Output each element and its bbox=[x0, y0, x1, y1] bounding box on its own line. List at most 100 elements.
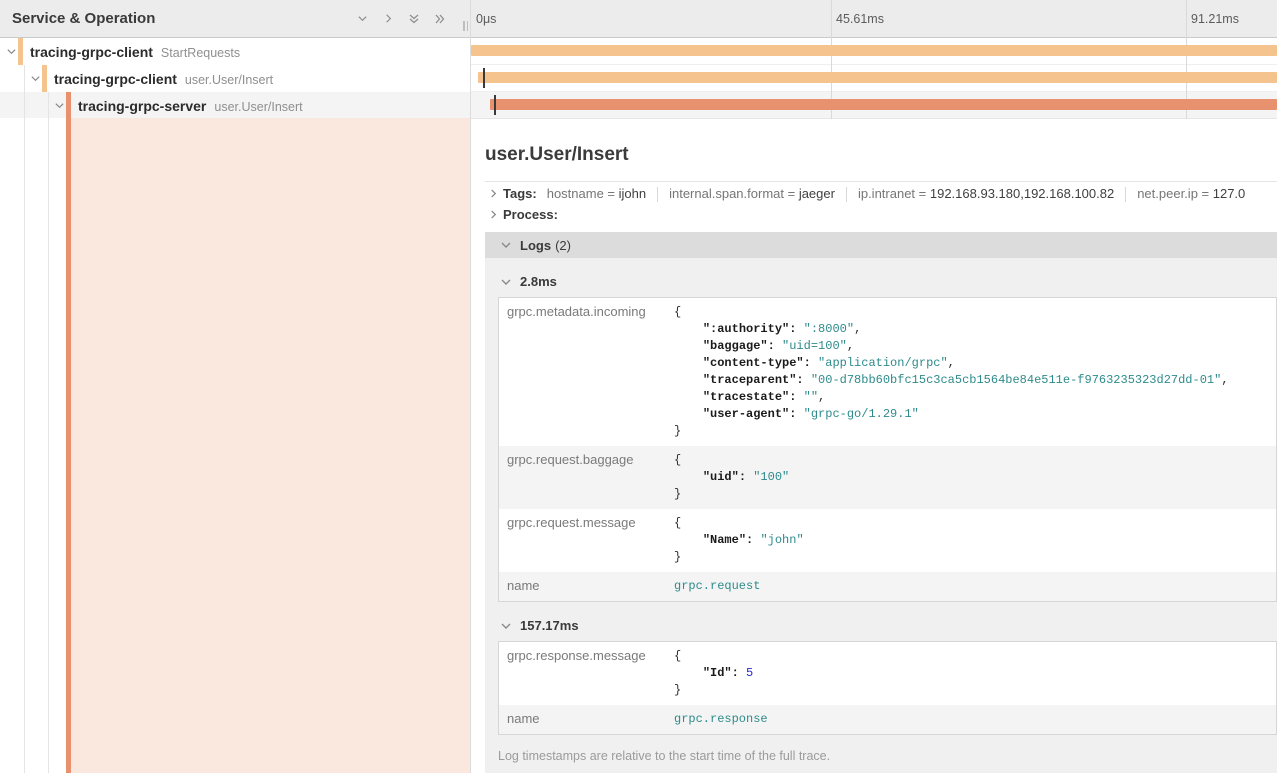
service-name: tracing-grpc-server bbox=[78, 98, 206, 114]
timeline-row bbox=[471, 92, 1277, 119]
span-color-accent bbox=[66, 92, 71, 119]
log-field-row: grpc.response.message{ "Id": 5 } bbox=[499, 642, 1276, 705]
tag-item: hostname = ijohn bbox=[547, 186, 646, 201]
chevron-down-icon[interactable] bbox=[498, 240, 514, 250]
log-marker-tick[interactable] bbox=[494, 95, 496, 115]
log-field-key: grpc.response.message bbox=[499, 642, 674, 705]
log-entry-header[interactable]: 2.8ms bbox=[498, 274, 1277, 289]
chevron-down-icon[interactable] bbox=[498, 277, 514, 287]
span-name-label[interactable]: tracing-grpc-serveruser.User/Insert bbox=[78, 98, 303, 114]
chevron-down-icon[interactable] bbox=[28, 72, 42, 86]
tag-item: net.peer.ip = 127.0 bbox=[1137, 186, 1245, 201]
chevron-down-icon[interactable] bbox=[4, 45, 18, 59]
span-duration-bar[interactable] bbox=[478, 72, 1277, 83]
column-resizer-grip[interactable] bbox=[463, 21, 468, 31]
log-timestamp: 157.17ms bbox=[520, 618, 579, 633]
tag-value: ijohn bbox=[619, 186, 646, 201]
timeline-row bbox=[471, 38, 1277, 65]
span-tree-panel: Service & Operation tracing-grpc-client S… bbox=[0, 0, 470, 773]
logs-accordion-header[interactable]: Logs (2) bbox=[485, 232, 1277, 258]
log-timestamp: 2.8ms bbox=[520, 274, 557, 289]
trace-timeline-view: Service & Operation tracing-grpc-client S… bbox=[0, 0, 1277, 773]
log-field-key: name bbox=[499, 572, 674, 601]
span-detail-panel: user.User/Insert Tags: hostname = ijohni… bbox=[471, 122, 1277, 773]
log-field-key: grpc.request.baggage bbox=[499, 446, 674, 509]
log-field-value: { "Id": 5 } bbox=[674, 642, 1276, 705]
indent-guide bbox=[48, 92, 49, 119]
tags-label[interactable]: Tags: bbox=[503, 186, 537, 201]
process-row[interactable]: Process: bbox=[485, 206, 1277, 224]
log-marker-tick[interactable] bbox=[483, 68, 485, 88]
chevron-down-icon[interactable] bbox=[52, 99, 66, 113]
span-name-label[interactable]: tracing-grpc-client StartRequests bbox=[30, 44, 240, 60]
logs-section: Logs (2) 2.8ms grpc.metadata.incoming{ ":… bbox=[485, 232, 1277, 773]
tag-value: 127.0 bbox=[1213, 186, 1246, 201]
span-tree-rows: tracing-grpc-clientStartRequeststracing-… bbox=[0, 38, 470, 119]
log-field-value: { ":authority": ":8000", "baggage": "uid… bbox=[674, 298, 1276, 446]
logs-count: (2) bbox=[555, 238, 571, 253]
detail-divider bbox=[485, 181, 1277, 182]
log-entry-header[interactable]: 157.17ms bbox=[498, 618, 1277, 633]
timeline-panel: 0μs 45.61ms 91.21ms user.User/Insert Tags:… bbox=[470, 0, 1277, 773]
ruler-tick-label: 91.21ms bbox=[1191, 0, 1239, 38]
log-field-row: grpc.request.message{ "Name": "john" } bbox=[499, 509, 1276, 572]
operation-name: StartRequests bbox=[161, 46, 240, 60]
chevron-right-icon[interactable] bbox=[380, 11, 396, 27]
operation-name: user.User/Insert bbox=[185, 73, 273, 87]
tag-separator bbox=[657, 187, 658, 202]
chevron-right-icon[interactable] bbox=[485, 210, 501, 219]
timeline-rows bbox=[471, 38, 1277, 122]
tag-item: internal.span.format = jaeger bbox=[669, 186, 835, 201]
span-color-accent bbox=[18, 38, 23, 65]
log-field-value: { "uid": "100" } bbox=[674, 446, 1276, 509]
span-duration-bar[interactable] bbox=[471, 45, 1277, 56]
log-fields-table: grpc.metadata.incoming{ ":authority": ":… bbox=[498, 297, 1277, 602]
log-field-key: name bbox=[499, 705, 674, 734]
service-operation-title: Service & Operation bbox=[12, 10, 354, 27]
indent-guide bbox=[48, 118, 49, 773]
service-operation-header: Service & Operation bbox=[0, 0, 470, 38]
tree-controls bbox=[354, 11, 448, 27]
tag-separator bbox=[1125, 187, 1126, 202]
tags-row[interactable]: Tags: hostname = ijohn internal.span.form… bbox=[485, 185, 1277, 203]
process-label[interactable]: Process: bbox=[503, 207, 558, 222]
log-fields-table: grpc.response.message{ "Id": 5 }namegrpc… bbox=[498, 641, 1277, 735]
log-field-key: grpc.request.message bbox=[499, 509, 674, 572]
selected-span-tint bbox=[71, 118, 470, 773]
indent-guide bbox=[24, 92, 25, 119]
chevron-down-icon[interactable] bbox=[498, 621, 514, 631]
chevron-down-icon[interactable] bbox=[354, 11, 370, 27]
span-name-label[interactable]: tracing-grpc-clientuser.User/Insert bbox=[54, 71, 273, 87]
log-field-row: namegrpc.request bbox=[499, 572, 1276, 601]
log-field-row: grpc.metadata.incoming{ ":authority": ":… bbox=[499, 298, 1276, 446]
span-tree-row[interactable]: tracing-grpc-client StartRequests bbox=[0, 38, 470, 65]
tags-items: hostname = ijohn internal.span.format = j… bbox=[547, 186, 1246, 202]
logs-footer-note: Log timestamps are relative to the start… bbox=[498, 749, 1277, 773]
ruler-gridline bbox=[831, 0, 832, 38]
logs-body: 2.8ms grpc.metadata.incoming{ ":authority… bbox=[485, 258, 1277, 773]
service-name: tracing-grpc-client bbox=[30, 44, 153, 60]
ruler-gridline bbox=[1186, 0, 1187, 38]
chevron-right-icon[interactable] bbox=[485, 189, 501, 198]
timeline-ruler: 0μs 45.61ms 91.21ms bbox=[471, 0, 1277, 38]
span-duration-bar[interactable] bbox=[490, 99, 1277, 110]
span-detail-title: user.User/Insert bbox=[485, 144, 1277, 166]
selected-span-left-fill bbox=[0, 118, 470, 773]
span-tree-row[interactable]: tracing-grpc-serveruser.User/Insert bbox=[0, 92, 470, 119]
logs-label: Logs bbox=[520, 238, 551, 253]
tag-separator bbox=[846, 187, 847, 202]
indent-guide bbox=[24, 118, 25, 773]
span-tree-row[interactable]: tracing-grpc-clientuser.User/Insert bbox=[0, 65, 470, 92]
logs-entries: 2.8ms grpc.metadata.incoming{ ":authority… bbox=[498, 274, 1277, 735]
tag-value: jaeger bbox=[799, 186, 835, 201]
log-field-key: grpc.metadata.incoming bbox=[499, 298, 674, 446]
tag-value: 192.168.93.180,192.168.100.82 bbox=[930, 186, 1114, 201]
ruler-tick-label: 45.61ms bbox=[836, 0, 884, 38]
double-chevron-down-icon[interactable] bbox=[406, 11, 422, 27]
log-field-value: { "Name": "john" } bbox=[674, 509, 1276, 572]
log-field-row: namegrpc.response bbox=[499, 705, 1276, 734]
ruler-tick-label: 0μs bbox=[476, 0, 496, 38]
timeline-row bbox=[471, 65, 1277, 92]
log-field-row: grpc.request.baggage{ "uid": "100" } bbox=[499, 446, 1276, 509]
double-chevron-right-icon[interactable] bbox=[432, 11, 448, 27]
